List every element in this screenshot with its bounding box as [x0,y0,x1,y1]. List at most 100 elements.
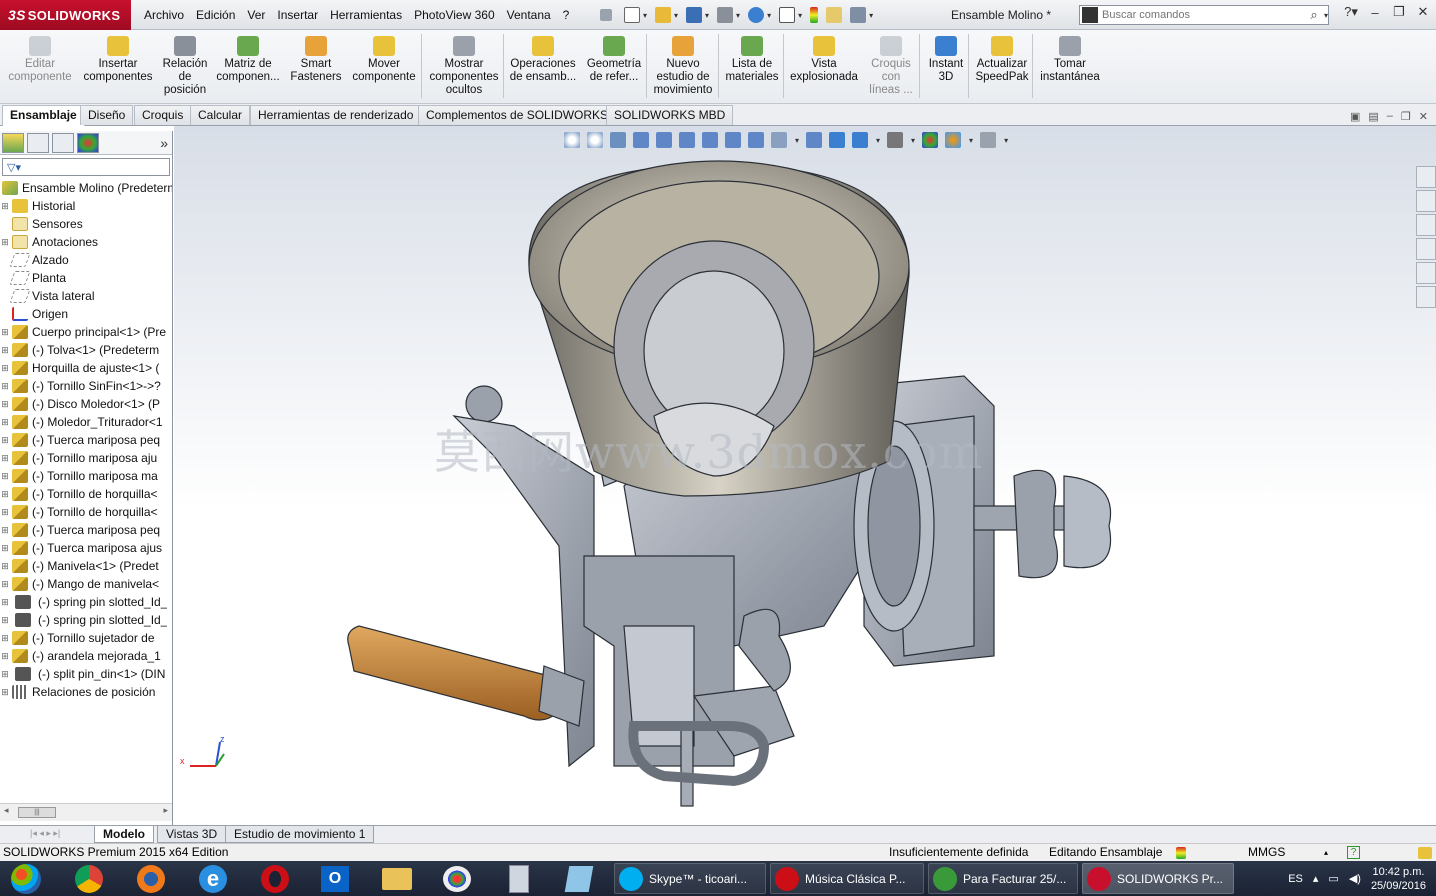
search-input[interactable] [1102,9,1305,21]
select-pointer-icon[interactable] [779,7,796,23]
expand-icon[interactable]: ⊞ [0,453,10,464]
file-explorer-icon[interactable] [1416,214,1436,236]
expand-icon[interactable]: ⊞ [0,633,10,644]
expand-icon[interactable]: ⊞ [0,507,10,518]
menu-2[interactable]: Ver [241,0,271,30]
tree-item[interactable]: ⊞ (-) Tornillo mariposa aju [0,449,172,467]
expand-icon[interactable]: ⊞ [0,363,10,374]
expand-icon[interactable]: ⊞ [0,579,10,590]
ribbon-button-0[interactable]: Editar componente [8,30,72,102]
rebuild-icon[interactable] [810,7,819,23]
menu-0[interactable]: Archivo [138,0,190,30]
tab-2[interactable]: Croquis [134,105,192,125]
paint-icon[interactable] [430,863,484,894]
expand-icon[interactable]: ⊞ [0,435,10,446]
tree-item[interactable]: ⊞ (-) Tuerca mariposa peq [0,521,172,539]
cascade-icon[interactable]: ▤ [1368,110,1378,123]
help-status-icon[interactable]: ? [1347,846,1360,859]
taskbar-window-0[interactable]: Skype™ - ticoari... [614,863,766,894]
expand-icon[interactable]: ⊞ [0,561,10,572]
print-icon[interactable] [717,7,734,23]
expand-icon[interactable]: ⊞ [0,615,10,626]
start-button[interactable] [4,861,48,896]
display-manager-tab-icon[interactable] [77,132,99,153]
tree-item[interactable]: ⊞ Cuerpo principal<1> (Pre [0,323,172,341]
ribbon-button-12[interactable]: Croquis con líneas ... [860,30,922,102]
ribbon-button-3[interactable]: Matriz de componen... [215,30,281,102]
tree-item[interactable]: ⊞ (-) spring pin slotted_Id_ [0,593,172,611]
ribbon-button-11[interactable]: Vista explosionada [787,30,861,102]
tree-item[interactable]: Alzado [0,251,172,269]
tab-6[interactable]: SOLIDWORKS MBD [606,105,734,125]
ribbon-button-9[interactable]: Nuevo estudio de movimiento [650,30,716,102]
tree-item[interactable]: Origen [0,305,172,323]
scroll-right-icon[interactable]: ▸ [163,805,168,816]
solidworks-resources-icon[interactable] [1416,166,1436,188]
doc-minimize-icon[interactable]: – [1387,110,1393,123]
tile-icon[interactable]: ▣ [1350,110,1360,123]
chrome-icon[interactable] [62,863,116,894]
ribbon-button-8[interactable]: Geometría de refer... [580,30,648,102]
tree-item[interactable]: ⊞ Anotaciones [0,233,172,251]
file-explorer-taskbar-icon[interactable] [370,863,424,894]
unit-system[interactable]: MMGS [1248,844,1285,861]
tab-scroll-arrows[interactable]: |◂ ◂ ▸ ▸| [30,828,60,839]
restore-icon[interactable]: ❐ [1390,4,1408,20]
tree-root[interactable]: Ensamble Molino (Predeterm [0,179,172,197]
expand-icon[interactable]: ⊞ [0,201,10,212]
expand-icon[interactable]: ⊞ [0,381,10,392]
tree-item[interactable]: ⊞ (-) spring pin slotted_Id_ [0,611,172,629]
opera-icon[interactable] [248,863,302,894]
menu-4[interactable]: Herramientas [324,0,408,30]
pin-menu-icon[interactable] [600,6,612,24]
taskbar-window-3[interactable]: SOLIDWORKS Pr... [1082,863,1234,894]
expand-icon[interactable]: ⊞ [0,669,10,680]
appearances-scenes-icon[interactable] [1416,262,1436,284]
tab-0[interactable]: Ensamblaje [2,105,85,126]
graphics-area[interactable]: ▾ ▾ ▾ ▾ ▾ 莫西网www.3dmox.com x z [174,126,1436,825]
tree-item[interactable]: ⊞ (-) Tornillo de horquilla< [0,503,172,521]
more-tabs-icon[interactable]: » [160,135,168,151]
tree-item[interactable]: ⊞ (-) Disco Moledor<1> (P [0,395,172,413]
custom-properties-icon[interactable] [1416,286,1436,308]
tab-3[interactable]: Calcular [190,105,251,125]
ribbon-button-1[interactable]: Insertar componentes [82,30,154,102]
clock[interactable]: 10:42 p.m. 25/09/2016 [1371,865,1426,893]
menu-6[interactable]: Ventana [501,0,557,30]
tree-item[interactable]: ⊞ (-) Tornillo de horquilla< [0,485,172,503]
expand-icon[interactable]: ⊞ [0,489,10,500]
tab-4[interactable]: Herramientas de renderizado [250,105,422,125]
show-hidden-icons-icon[interactable]: ▴ [1313,872,1319,885]
design-library-icon[interactable] [1416,190,1436,212]
open-folder-icon[interactable] [655,7,672,23]
solidworks-logo[interactable]: 3S SOLIDWORKS [0,0,131,30]
scroll-left-icon[interactable]: ◂ [4,805,9,816]
language-indicator[interactable]: ES [1288,873,1303,885]
calculator-icon[interactable] [492,863,546,894]
tree-item[interactable]: ⊞ (-) Tornillo SinFin<1>->? [0,377,172,395]
tree-item[interactable]: Planta [0,269,172,287]
minimize-icon[interactable]: – [1366,5,1384,20]
expand-icon[interactable]: ⊞ [0,399,10,410]
taskbar-window-1[interactable]: Música Clásica P... [770,863,924,894]
expand-icon[interactable]: ⊞ [0,687,10,698]
options-icon[interactable] [850,7,867,23]
network-icon[interactable]: ▭ [1328,872,1338,885]
tab-1[interactable]: Diseño [80,105,134,125]
tree-filter[interactable]: ▽▾ [2,158,170,176]
tree-item[interactable]: ⊞ (-) Tolva<1> (Predeterm [0,341,172,359]
expand-icon[interactable]: ⊞ [0,597,10,608]
internet-explorer-icon[interactable]: e [186,863,240,894]
tree-scrollbar[interactable]: ◂ ||| ▸ [0,803,172,821]
expand-icon[interactable]: ⊞ [0,471,10,482]
ribbon-button-6[interactable]: Mostrar componentes ocultos [424,30,504,102]
bottom-tab-1[interactable]: Vistas 3D [157,826,227,843]
search-icon[interactable]: ⌕ [1305,7,1323,23]
expand-icon[interactable]: ⊞ [0,417,10,428]
expand-icon[interactable]: ⊞ [0,525,10,536]
units-dropdown-icon[interactable]: ▴ [1324,844,1328,861]
tab-5[interactable]: Complementos de SOLIDWORKS [418,105,617,125]
firefox-icon[interactable] [124,863,178,894]
menu-7[interactable]: ? [557,0,576,30]
tag-icon[interactable] [1418,847,1432,859]
